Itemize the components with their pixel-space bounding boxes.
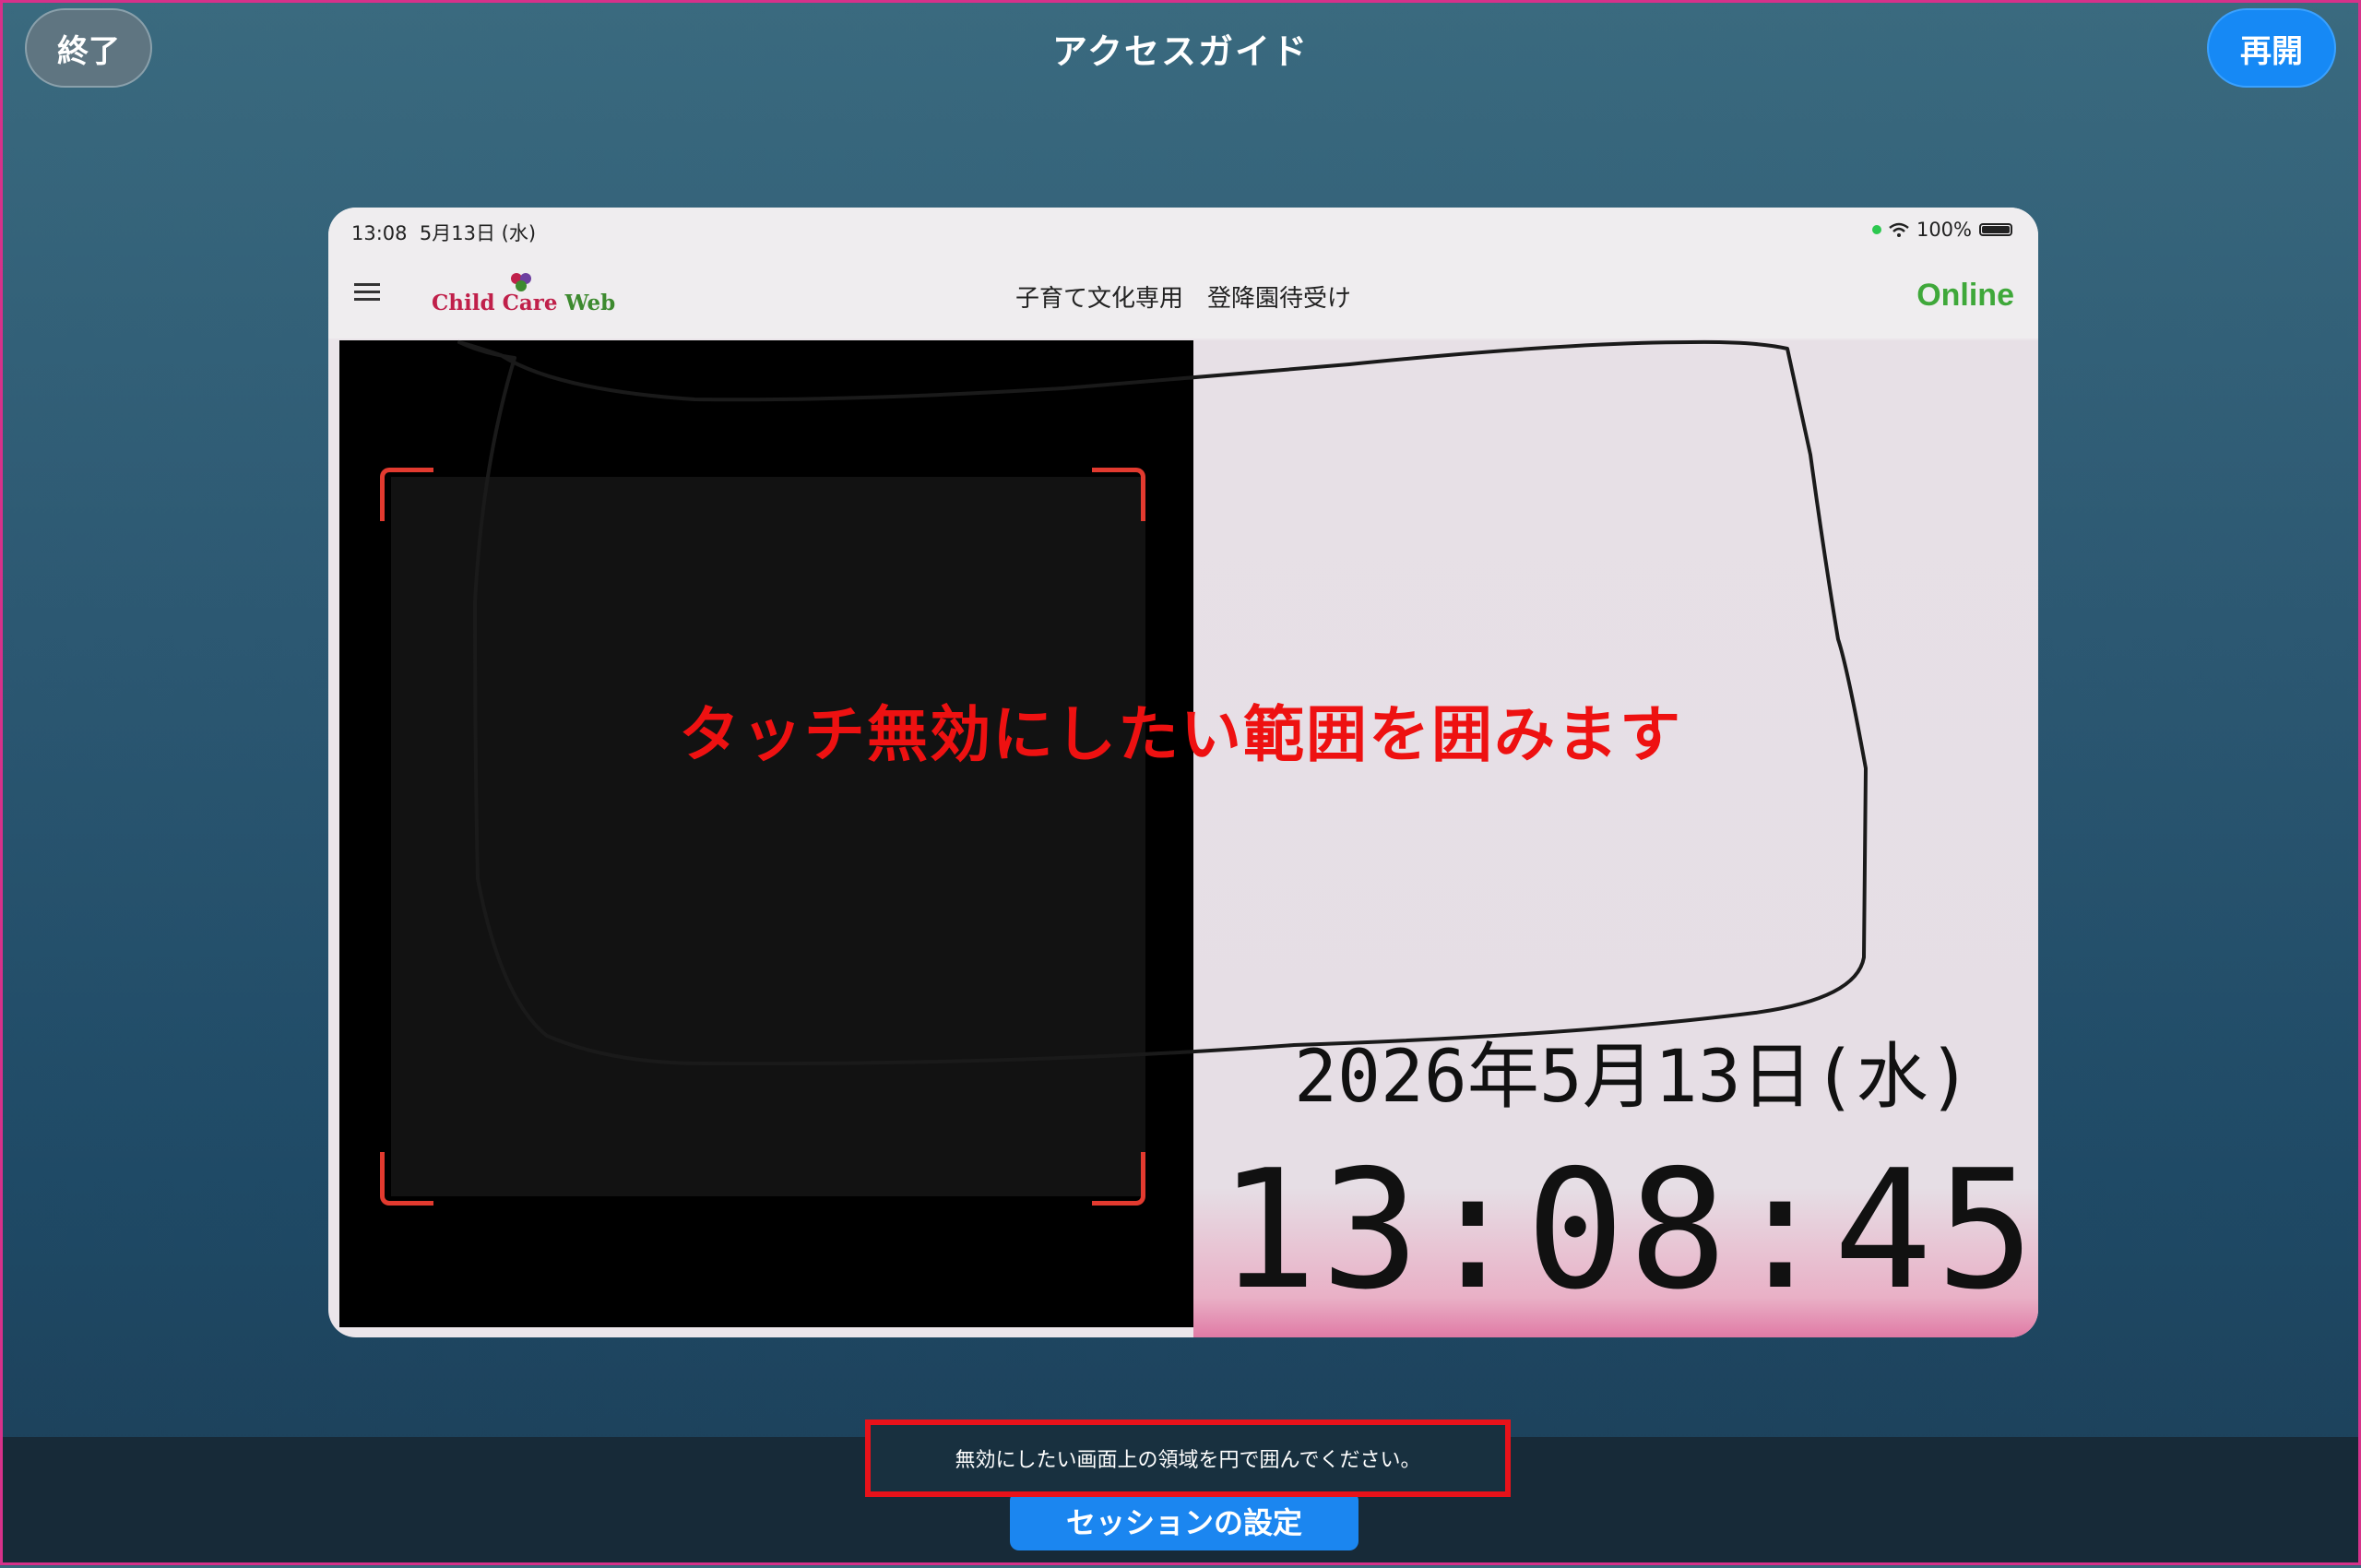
guided-access-title: アクセスガイド — [1051, 31, 1310, 72]
ios-status-bar: 13:08 5月13日 (水) 100% — [328, 208, 2038, 254]
camera-indicator-dot — [1871, 225, 1881, 234]
wifi-icon — [1889, 222, 1909, 237]
battery-icon — [1979, 223, 2012, 236]
session-settings-button[interactable]: セッションの設定 — [1010, 1491, 1358, 1550]
app-header: Child Care Web 子育て文化専用 登降園待受け Online — [328, 254, 2038, 339]
battery-percent: 100% — [1916, 219, 1972, 241]
app-title: 子育て文化専用 登降園待受け — [1014, 285, 1351, 313]
status-date: 5月13日 (水) — [419, 222, 537, 244]
annotation-instruction: タッチ無効にしたい範囲を囲みます — [679, 699, 1682, 770]
camera-view — [339, 340, 1193, 1327]
end-button[interactable]: 終了 — [25, 8, 152, 88]
display-date: 2026年5月13日(水) — [1294, 1036, 1972, 1119]
status-time: 13:08 — [351, 222, 408, 244]
status-indicators: 100% — [1871, 219, 2012, 241]
scan-area — [391, 477, 1145, 1196]
scanner-corner-bottom-right — [1092, 1152, 1145, 1206]
display-clock: 13:08:45 — [1218, 1134, 2038, 1325]
status-time-date: 13:08 5月13日 (水) — [351, 219, 536, 246]
online-status: Online — [1916, 278, 2014, 313]
scanner-corner-top-left — [380, 468, 433, 521]
resume-button[interactable]: 再開 — [2207, 8, 2336, 88]
hint-message: 無効にしたい画面上の領域を円で囲んでください。 — [865, 1420, 1511, 1497]
scanner-corner-top-right — [1092, 468, 1145, 521]
scanner-corner-bottom-left — [380, 1152, 433, 1206]
